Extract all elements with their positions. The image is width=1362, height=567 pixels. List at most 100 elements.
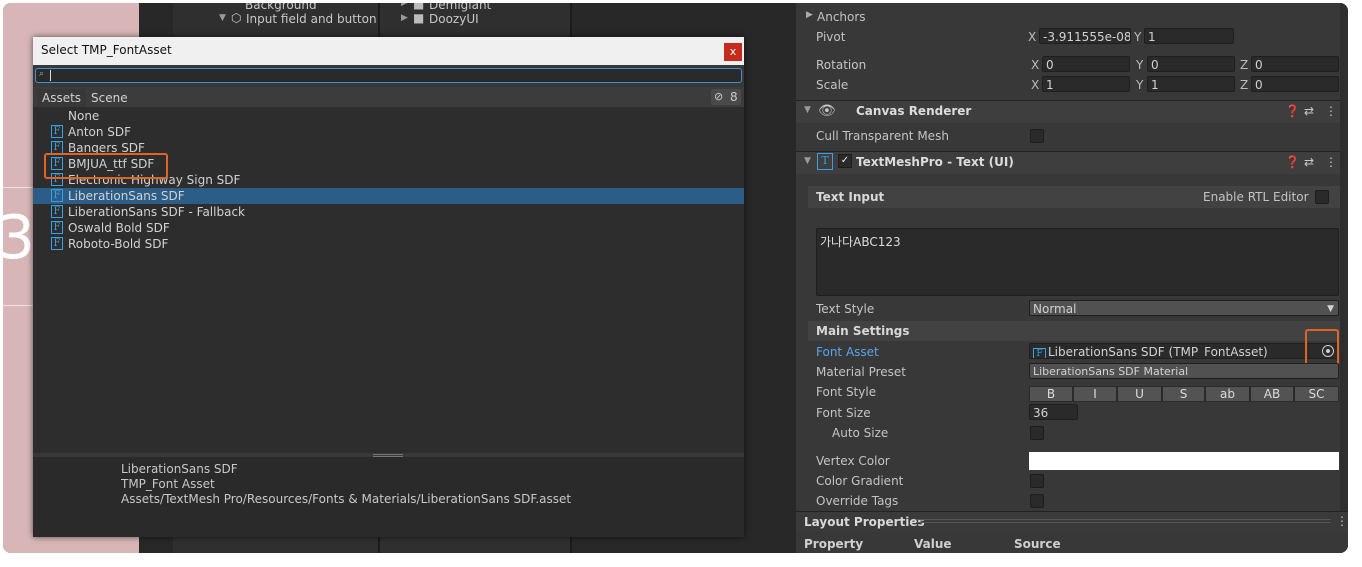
collapse-arrow-icon[interactable]: ▼ xyxy=(804,105,811,115)
more-options-icon[interactable]: ⋮ xyxy=(1325,155,1337,169)
preset-icon[interactable]: ⇄ xyxy=(1304,104,1314,118)
material-preset-dropdown[interactable]: LiberationSans SDF Material xyxy=(1029,363,1339,379)
asset-name: LiberationSans SDF xyxy=(121,462,238,476)
main-settings-header: Main Settings xyxy=(808,321,1340,341)
rotation-label: Rotation xyxy=(816,58,867,72)
axis-x-label: X xyxy=(1028,30,1037,44)
project-item[interactable]: Demigiant xyxy=(429,3,491,12)
expand-arrow-icon[interactable]: ▶ xyxy=(401,13,408,23)
font-style-lowercase-button[interactable]: ab xyxy=(1205,386,1250,402)
pivot-x-field[interactable]: -3.911555e-08 xyxy=(1039,28,1131,44)
select-fontasset-dialog: Select TMP_FontAsset x ⌕ Assets Scene ⊘ … xyxy=(33,37,744,537)
hidden-packages-toggle[interactable]: ⊘ 8 xyxy=(711,89,741,105)
collapse-arrow-icon[interactable]: ▼ xyxy=(804,156,811,166)
vertex-color-label: Vertex Color xyxy=(816,454,890,468)
tab-assets[interactable]: Assets xyxy=(37,89,87,107)
dialog-title: Select TMP_FontAsset xyxy=(41,43,172,57)
hierarchy-item[interactable]: Input field and button xyxy=(246,12,377,26)
text-input-area[interactable]: 가나다ABC123 xyxy=(816,228,1339,296)
canvas-renderer-title: Canvas Renderer xyxy=(856,104,972,118)
folder-icon: ■ xyxy=(413,11,425,25)
asset-list: None F Anton SDF F Bangers SDF F BMJUA_ttf … xyxy=(33,107,744,453)
dialog-titlebar[interactable]: Select TMP_FontAsset x xyxy=(33,37,744,65)
project-item[interactable]: DoozyUI xyxy=(429,12,479,26)
asset-type: TMP_Font Asset xyxy=(121,477,215,491)
anchors-label[interactable]: Anchors xyxy=(817,10,866,24)
expand-arrow-icon[interactable]: ▼ xyxy=(219,13,226,23)
font-style-smallcaps-button[interactable]: SC xyxy=(1294,386,1339,402)
layout-properties-table-header: Property Value Source xyxy=(796,532,1348,553)
cull-transparent-mesh-label: Cull Transparent Mesh xyxy=(816,129,949,143)
help-icon[interactable]: ❓ xyxy=(1285,104,1300,118)
component-enabled-checkbox[interactable]: ✓ xyxy=(838,154,852,168)
scale-y-field[interactable]: 1 xyxy=(1147,76,1235,92)
textmeshpro-header[interactable]: ▼ T ✓ TextMeshPro - Text (UI) ❓ ⇄ ⋮ xyxy=(796,152,1348,174)
rtl-editor-checkbox[interactable] xyxy=(1315,190,1329,204)
eye-slash-icon: ⊘ xyxy=(714,90,724,103)
list-item[interactable]: F LiberationSans SDF - Fallback xyxy=(33,204,744,220)
axis-x-label: X xyxy=(1031,58,1040,72)
font-style-underline-button[interactable]: U xyxy=(1117,386,1162,402)
rotation-y-field[interactable]: 0 xyxy=(1147,56,1235,72)
override-tags-checkbox[interactable] xyxy=(1030,494,1044,508)
scale-label: Scale xyxy=(816,78,849,92)
list-item[interactable]: F Oswald Bold SDF xyxy=(33,220,744,236)
font-asset-icon: F xyxy=(51,237,63,250)
expand-arrow-icon[interactable]: ▶ xyxy=(806,10,813,20)
vertex-color-swatch[interactable] xyxy=(1029,452,1339,470)
font-asset-icon: F xyxy=(51,189,63,202)
folder-icon: ■ xyxy=(413,3,425,11)
inspector-panel: ▶ Anchors Pivot X -3.911555e-08 Y 1 Rota… xyxy=(796,3,1348,553)
font-asset-value: LiberationSans SDF (TMP_FontAsset) xyxy=(1048,345,1268,359)
rotation-z-field[interactable]: 0 xyxy=(1251,56,1339,72)
cull-transparent-mesh-checkbox[interactable] xyxy=(1030,129,1044,143)
more-options-icon[interactable]: ⋮ xyxy=(1325,104,1337,118)
main-settings-label: Main Settings xyxy=(816,324,910,338)
material-preset-value: LiberationSans SDF Material xyxy=(1033,365,1189,378)
preset-icon[interactable]: ⇄ xyxy=(1304,155,1314,169)
hierarchy-item[interactable]: Background xyxy=(245,3,317,12)
pivot-label: Pivot xyxy=(816,30,846,44)
list-item-selected[interactable]: F LiberationSans SDF xyxy=(33,188,744,204)
font-style-bold-button[interactable]: B xyxy=(1029,386,1073,402)
search-input[interactable]: ⌕ xyxy=(35,68,742,83)
layout-properties-header[interactable]: Layout Properties ⋮ xyxy=(796,511,1348,532)
axis-z-label: Z xyxy=(1240,78,1249,92)
column-header: Property xyxy=(804,537,864,551)
axis-z-label: Z xyxy=(1240,58,1249,72)
hidden-count: 8 xyxy=(730,90,738,104)
gameobject-icon: ⬡ xyxy=(231,11,242,25)
canvas-renderer-header[interactable]: ▼ 👁 Canvas Renderer ❓ ⇄ ⋮ xyxy=(796,101,1348,123)
color-gradient-checkbox[interactable] xyxy=(1030,474,1044,488)
list-item[interactable]: F Roboto-Bold SDF xyxy=(33,236,744,252)
axis-y-label: Y xyxy=(1134,30,1142,44)
help-icon[interactable]: ❓ xyxy=(1285,155,1300,169)
font-style-uppercase-button[interactable]: AB xyxy=(1250,386,1294,402)
font-style-italic-button[interactable]: I xyxy=(1073,386,1117,402)
text-style-value: Normal xyxy=(1033,302,1077,316)
font-asset-icon: F xyxy=(51,221,63,234)
text-style-dropdown[interactable]: Normal ▼ xyxy=(1029,300,1339,316)
font-style-strikethrough-button[interactable]: S xyxy=(1162,386,1205,402)
auto-size-checkbox[interactable] xyxy=(1030,426,1044,440)
material-preset-label: Material Preset xyxy=(816,365,906,379)
expand-arrow-icon[interactable]: ▶ xyxy=(401,3,408,8)
rtl-editor-label: Enable RTL Editor xyxy=(1203,190,1309,204)
scale-z-field[interactable]: 0 xyxy=(1251,76,1339,92)
font-asset-field[interactable]: F LiberationSans SDF (TMP_FontAsset) xyxy=(1029,343,1339,359)
rotation-x-field[interactable]: 0 xyxy=(1042,56,1130,72)
inspector-scrollbar[interactable] xyxy=(1340,3,1348,513)
game-view-text: 3 xyxy=(3,203,36,273)
dialog-tabs: Assets Scene ⊘ 8 xyxy=(33,87,744,107)
font-asset-icon: F xyxy=(51,125,63,138)
close-button[interactable]: x xyxy=(724,43,742,61)
font-size-field[interactable]: 36 xyxy=(1029,404,1078,420)
list-item[interactable]: F Anton SDF xyxy=(33,124,744,140)
list-item[interactable]: None xyxy=(33,108,744,124)
scale-x-field[interactable]: 1 xyxy=(1042,76,1130,92)
font-asset-icon: F xyxy=(1033,348,1046,358)
pivot-y-field[interactable]: 1 xyxy=(1144,28,1234,44)
more-options-icon[interactable]: ⋮ xyxy=(1336,514,1348,528)
tab-scene[interactable]: Scene xyxy=(86,89,133,107)
editor-window: 3 Background ▼ ⬡ Input field and button … xyxy=(3,3,1348,553)
